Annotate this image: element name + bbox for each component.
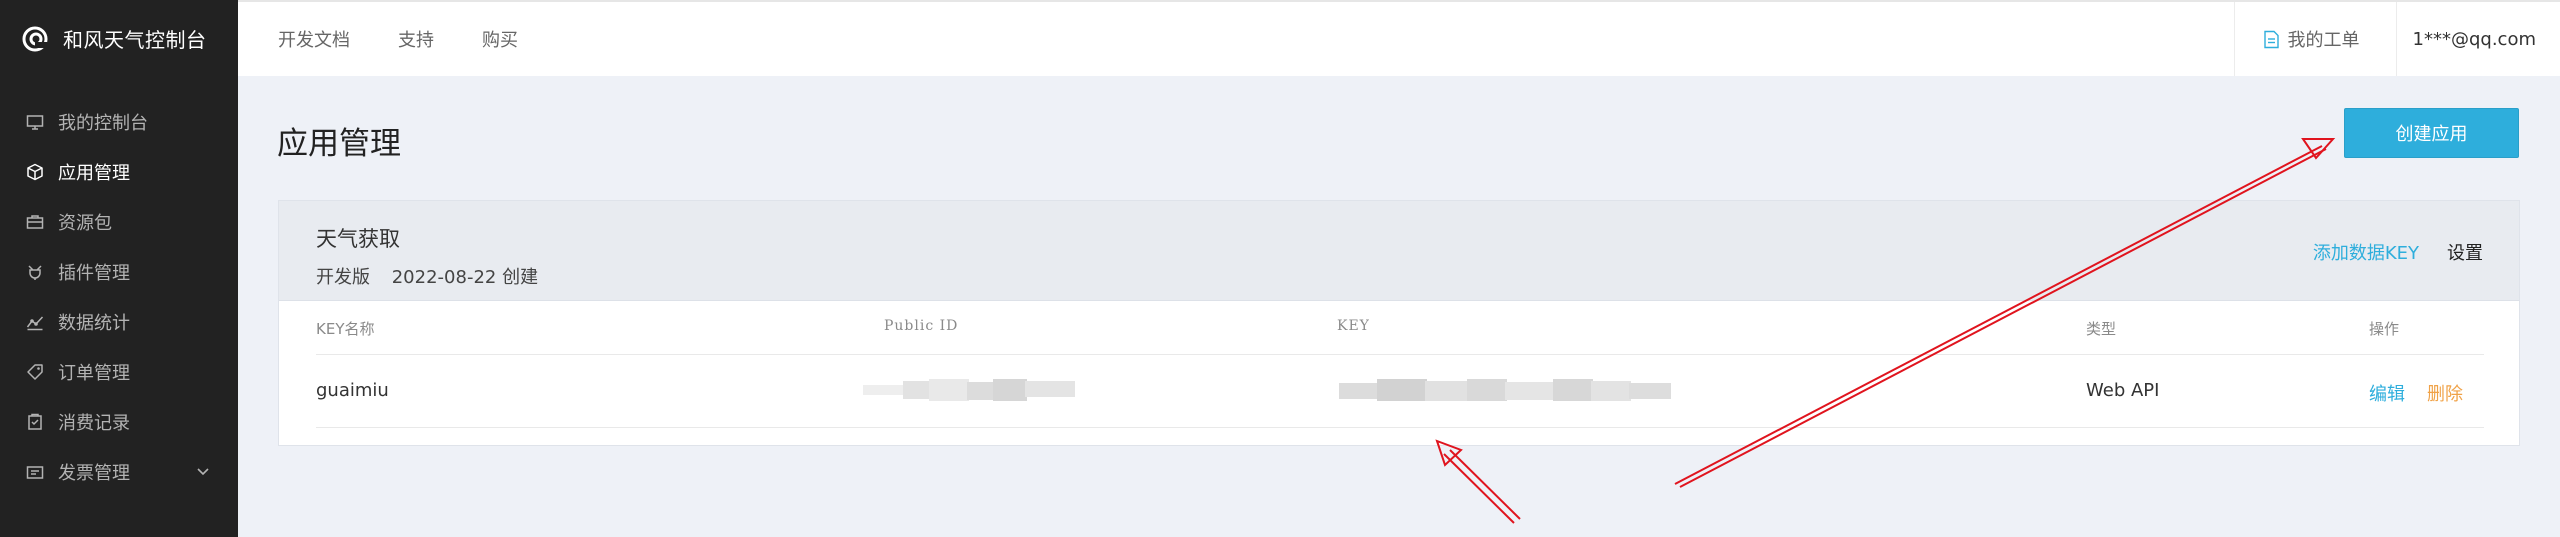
top-right: 我的工单 1***@qq.com [2233,2,2560,76]
brand[interactable]: 和风天气控制台 [21,24,207,53]
app-name: 天气获取 [316,227,400,251]
my-tickets-link[interactable]: 我的工单 [2233,2,2396,76]
column-header-key-name: KEY名称 [316,320,375,338]
sidebar-item-label: 订单管理 [58,363,130,384]
sidebar-item-label: 发票管理 [58,463,130,484]
settings-link[interactable]: 设置 [2447,239,2483,265]
sidebar-item-label: 插件管理 [58,263,130,284]
sidebar-item-label: 资源包 [58,213,112,234]
page-title: 应用管理 [277,126,401,162]
brand-name: 和风天气控制台 [63,28,207,52]
app-meta: 开发版 2022-08-22 创建 [316,263,538,289]
type-cell: Web API [2086,380,2160,401]
top-nav: 开发文档 支持 购买 [278,2,566,76]
sidebar: 和风天气控制台 我的控制台 应用管理 资源包 插件管理 数据统计 订单管理 消费… [0,0,238,537]
edit-key-link[interactable]: 编辑 [2369,380,2405,406]
sidebar-item-label: 消费记录 [58,413,130,434]
sidebar-item-resources[interactable]: 资源包 [0,197,238,247]
sidebar-nav: 我的控制台 应用管理 资源包 插件管理 数据统计 订单管理 消费记录 发票管理 [0,97,238,497]
sidebar-item-label: 应用管理 [58,163,130,184]
nav-link-purchase[interactable]: 购买 [482,26,518,52]
redacted-public-id [863,379,1075,401]
delete-key-link[interactable]: 删除 [2427,380,2463,406]
sidebar-item-label: 我的控制台 [58,113,148,134]
chevron-down-icon[interactable] [196,464,210,478]
column-header-public-id: Public ID [884,318,959,334]
sidebar-item-billing[interactable]: 消费记录 [0,397,238,447]
sidebar-item-invoices[interactable]: 发票管理 [0,447,238,497]
nav-link-support[interactable]: 支持 [398,26,434,52]
receipt-icon [25,412,45,432]
annotation-arrow-to-key [1435,439,1521,524]
sidebar-item-plugins[interactable]: 插件管理 [0,247,238,297]
tag-icon [25,362,45,382]
redacted-key [1339,379,1671,401]
row-divider [316,427,2484,428]
add-key-link[interactable]: 添加数据KEY [2313,239,2419,265]
sidebar-item-label: 数据统计 [58,313,130,334]
my-tickets-label: 我的工单 [2287,30,2360,51]
plugin-icon [25,262,45,282]
monitor-icon [25,112,45,132]
nav-link-docs[interactable]: 开发文档 [278,26,350,52]
cube-icon [25,162,45,182]
sidebar-item-orders[interactable]: 订单管理 [0,347,238,397]
create-app-button[interactable]: 创建应用 [2344,108,2519,158]
account-menu[interactable]: 1***@qq.com [2395,2,2560,76]
app-created-date: 2022-08-22 创建 [391,267,539,288]
sidebar-item-console[interactable]: 我的控制台 [0,97,238,147]
column-header-actions: 操作 [2369,320,2400,338]
sidebar-item-stats[interactable]: 数据统计 [0,297,238,347]
app-edition: 开发版 [316,267,370,288]
key-name-cell: guaimiu [316,380,389,401]
column-header-key: KEY [1337,318,1370,334]
account-email: 1***@qq.com [2412,28,2536,50]
column-header-type: 类型 [2086,320,2117,338]
app-card: 天气获取 开发版 2022-08-22 创建 添加数据KEY 设置 KEY名称 … [278,200,2520,446]
top-bar: 开发文档 支持 购买 我的工单 1***@qq.com [238,0,2560,76]
app-actions: 添加数据KEY 设置 [2313,239,2483,265]
header-divider [316,354,2484,355]
invoice-icon [25,462,45,482]
app-card-header: 天气获取 开发版 2022-08-22 创建 添加数据KEY 设置 [279,201,2519,301]
logo-icon [22,26,48,51]
sidebar-item-apps[interactable]: 应用管理 [0,147,238,197]
chart-icon [25,312,45,332]
briefcase-icon [25,212,45,232]
document-icon [2263,30,2279,48]
